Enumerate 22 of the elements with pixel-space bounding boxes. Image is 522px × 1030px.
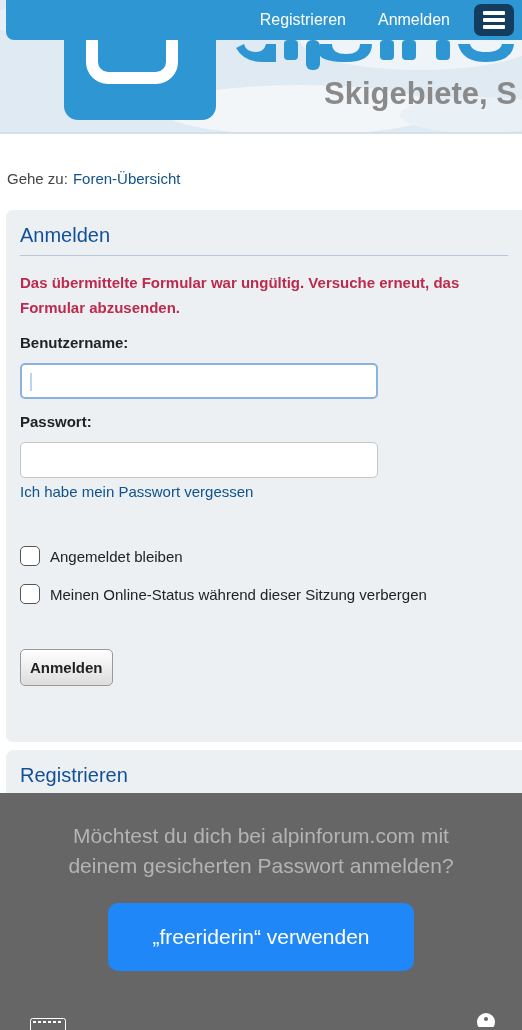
field-label: Passwort: [20,413,93,430]
panel-title: Anmelden [20,224,508,256]
error-message: Das übermittelte Formular war ungültig. Versuche erneut, das Formular abzusenden. [20,273,461,318]
checkbox-label: Meinen Online-Status während dieser Sitzung verbergen [50,585,427,603]
checkbox-label: Angemeldet bleiben [50,547,183,565]
key-icon [477,1013,495,1027]
checkbox[interactable] [20,584,40,604]
menu-icon [483,11,505,29]
prompt-message: Möchtest du dich bei alpinforum.com mit deinem gesicherten Passwort anmelden? [67,823,455,879]
breadcrumb-label: Gehe zu: [7,170,68,189]
panel-title: Registrieren [20,764,129,788]
forgot-password-link[interactable]: Ich habe mein Passwort vergessen [20,483,254,500]
tagline: Skigebiete, S [324,76,517,112]
keyboard-icon [30,1018,66,1030]
breadcrumb-link[interactable]: Foren-Übersicht [72,170,181,206]
input-field[interactable] [20,363,378,399]
field-label: Benutzername: [20,334,130,351]
use-password-button[interactable]: „freeriderin“ verwenden [108,903,414,971]
input-field[interactable] [20,442,378,478]
menu-button[interactable] [474,4,514,36]
checkbox[interactable] [20,546,40,566]
login-button[interactable]: Anmelden [20,649,113,686]
